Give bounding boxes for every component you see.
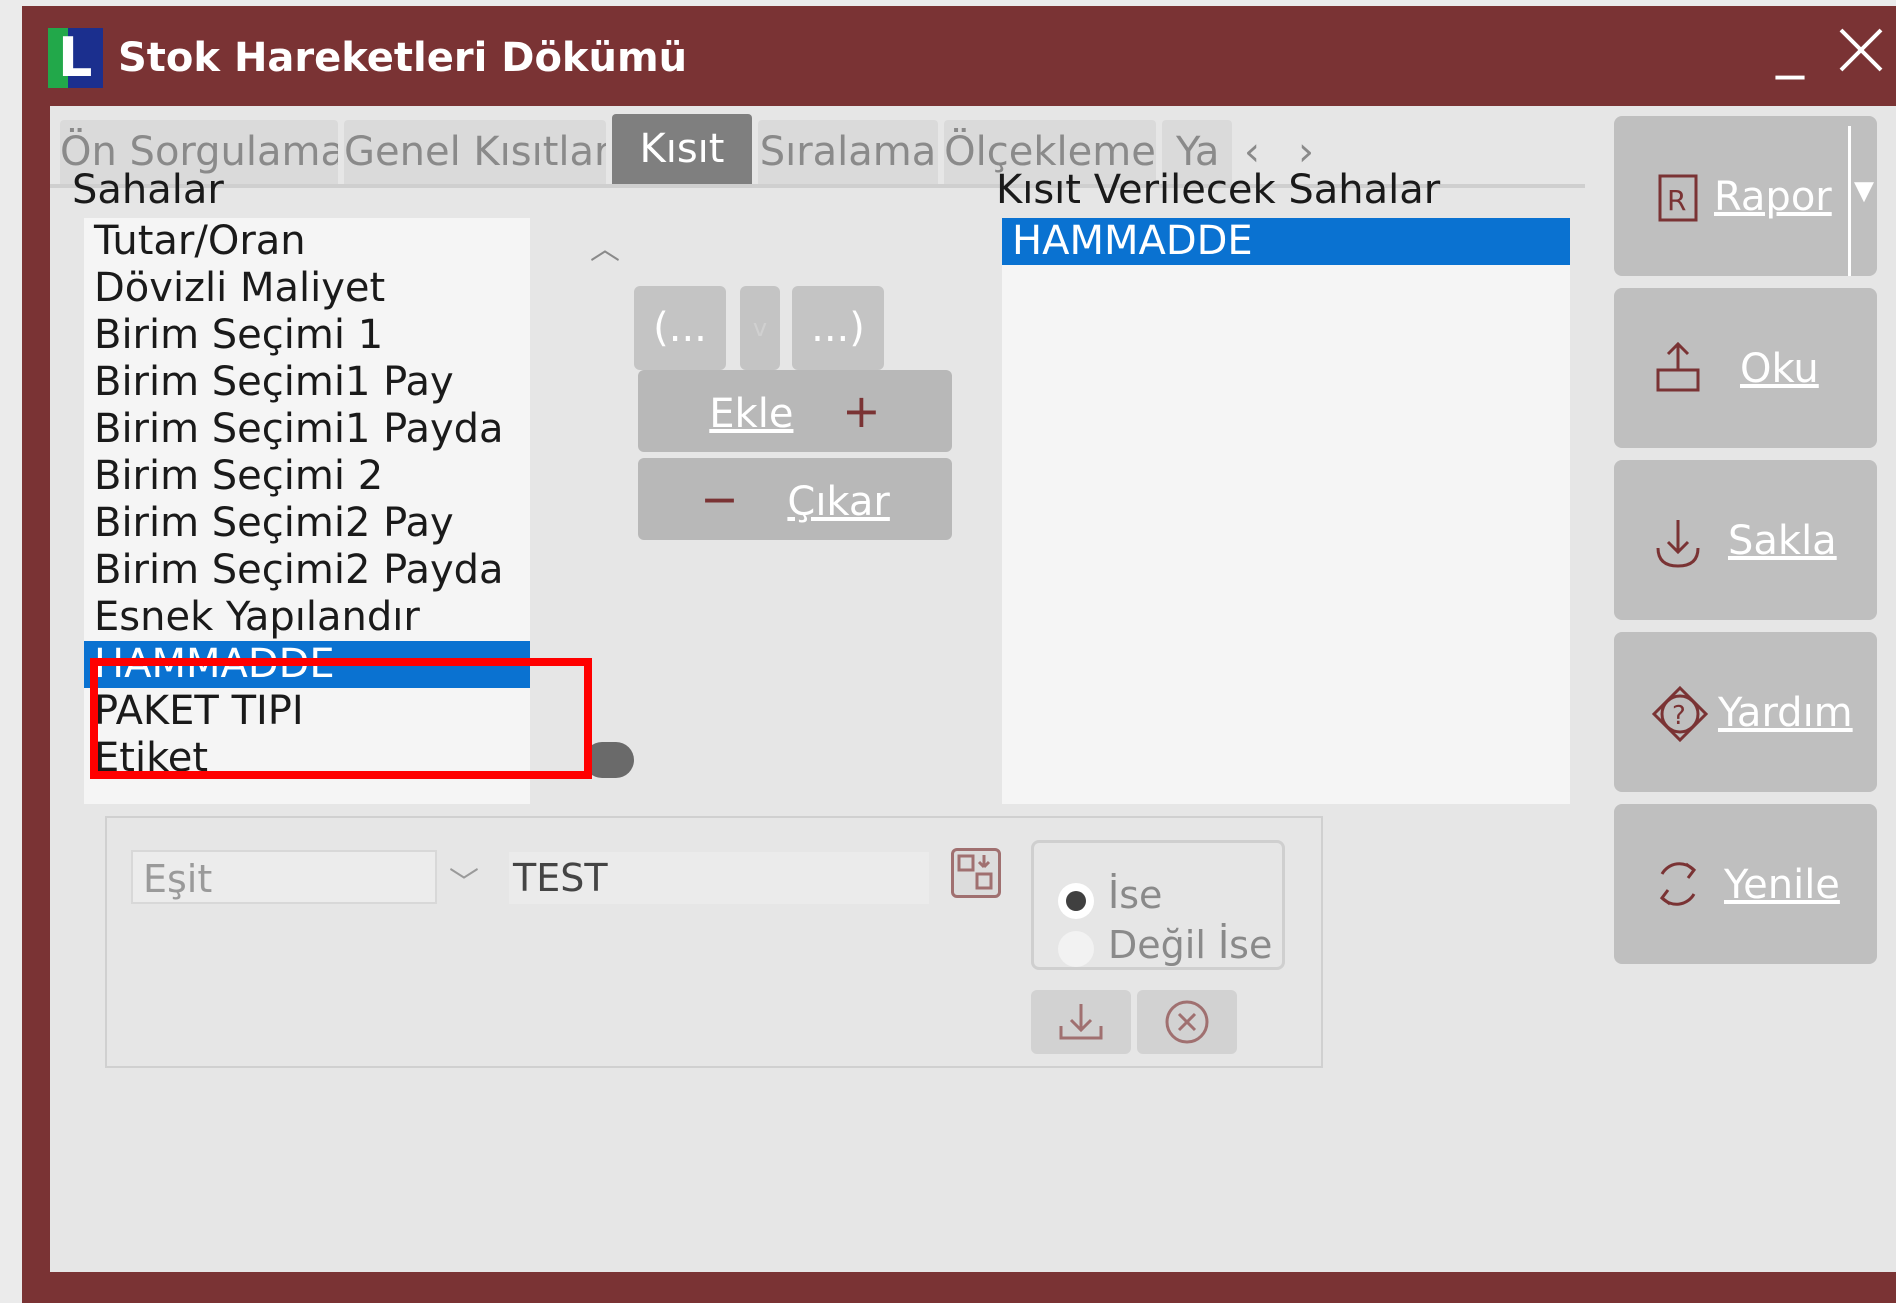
save-button-label: Sakla <box>1728 518 1837 564</box>
list-item[interactable]: Birim Seçimi 2 <box>84 453 530 500</box>
window: L Stok Hareketleri Dökümü _ Ön Sorgulama… <box>22 6 1896 1303</box>
constraint-fields-list[interactable]: HAMMADDE <box>1002 218 1570 804</box>
close-paren-button[interactable]: ...) <box>792 286 884 370</box>
radio-ise-label: İse <box>1108 873 1163 917</box>
operator-select[interactable]: Eşit <box>131 850 437 904</box>
list-item[interactable]: Dövizli Maliyet <box>84 265 530 312</box>
red-highlight-box <box>90 658 592 779</box>
chevron-down-icon[interactable]: ﹀ <box>449 858 479 902</box>
refresh-icon <box>1659 862 1697 906</box>
remove-button[interactable]: − Çıkar <box>638 458 952 540</box>
list-item-selected[interactable]: HAMMADDE <box>1002 218 1570 265</box>
list-item[interactable]: Birim Seçimi1 Payda <box>84 406 530 453</box>
help-icon: ? <box>1651 685 1709 743</box>
tab-siralama[interactable]: Sıralama <box>758 120 938 184</box>
minimize-button[interactable]: _ <box>1776 18 1804 78</box>
scroll-up-icon[interactable]: ︿ <box>590 224 620 268</box>
tab-genel-kisitlar[interactable]: Genel Kısıtlar <box>344 120 606 184</box>
download-icon <box>1059 1004 1103 1040</box>
report-dropdown-icon[interactable]: ▼ <box>1854 176 1874 206</box>
fields-label: Sahalar <box>72 167 224 213</box>
refresh-button[interactable]: Yenile <box>1614 804 1877 964</box>
field-picker-icon <box>957 854 993 890</box>
svg-text:?: ? <box>1672 701 1686 731</box>
logo-icon: L <box>48 28 103 88</box>
svg-text:R: R <box>1667 184 1686 217</box>
client-area: Ön Sorgulama Genel Kısıtlar Kısıt Sırala… <box>50 106 1896 1272</box>
radio-degil-ise-label: Değil İse <box>1108 923 1273 967</box>
close-icon <box>1839 28 1883 72</box>
list-item[interactable]: Tutar/Oran <box>84 218 530 265</box>
condition-radio-group: İse Değil İse <box>1031 840 1285 970</box>
report-button-label: Rapor <box>1714 174 1832 220</box>
help-button-label: Yardım <box>1718 690 1853 736</box>
field-picker-button[interactable] <box>951 848 1001 898</box>
condition-panel: Eşit ﹀ TEST İse Değil İse <box>105 816 1323 1068</box>
title-bar: L Stok Hareketleri Dökümü _ <box>22 6 1896 106</box>
close-button[interactable] <box>1837 26 1885 86</box>
report-button[interactable]: R Rapor ▼ <box>1614 116 1877 276</box>
open-paren-button[interactable]: (... <box>634 286 726 370</box>
side-toolbar: R Rapor ▼ Oku Sakla ? Yardım Yenile <box>1610 106 1890 1272</box>
cancel-icon <box>1165 1000 1209 1044</box>
tab-kisit[interactable]: Kısıt <box>612 114 752 184</box>
add-button[interactable]: Ekle + <box>638 370 952 452</box>
upload-icon <box>1656 341 1700 392</box>
add-button-label: Ekle <box>709 391 794 437</box>
plus-icon: + <box>842 384 881 438</box>
read-button[interactable]: Oku <box>1614 288 1877 448</box>
read-button-label: Oku <box>1740 346 1819 392</box>
window-title: Stok Hareketleri Dökümü <box>118 35 688 81</box>
download-icon <box>1656 520 1700 568</box>
remove-button-label: Çıkar <box>787 479 890 525</box>
paren-toggle-button[interactable]: v <box>740 286 780 370</box>
radio-degil-ise[interactable] <box>1058 931 1094 967</box>
constraint-fields-label: Kısıt Verilecek Sahalar <box>996 167 1441 213</box>
save-button[interactable]: Sakla <box>1614 460 1877 620</box>
radio-ise[interactable] <box>1058 883 1094 919</box>
list-item[interactable]: Birim Seçimi 1 <box>84 312 530 359</box>
minus-icon: − <box>700 472 739 526</box>
list-item[interactable]: Birim Seçimi1 Pay <box>84 359 530 406</box>
list-item[interactable]: Birim Seçimi2 Payda <box>84 547 530 594</box>
help-button[interactable]: ? Yardım <box>1614 632 1877 792</box>
refresh-button-label: Yenile <box>1724 862 1840 908</box>
list-item[interactable]: Birim Seçimi2 Pay <box>84 500 530 547</box>
list-item[interactable]: Esnek Yapılandır <box>84 594 530 641</box>
clear-condition-button[interactable] <box>1137 990 1237 1054</box>
report-icon: R <box>1658 174 1698 222</box>
value-input[interactable]: TEST <box>509 852 929 904</box>
apply-condition-button[interactable] <box>1031 990 1131 1054</box>
